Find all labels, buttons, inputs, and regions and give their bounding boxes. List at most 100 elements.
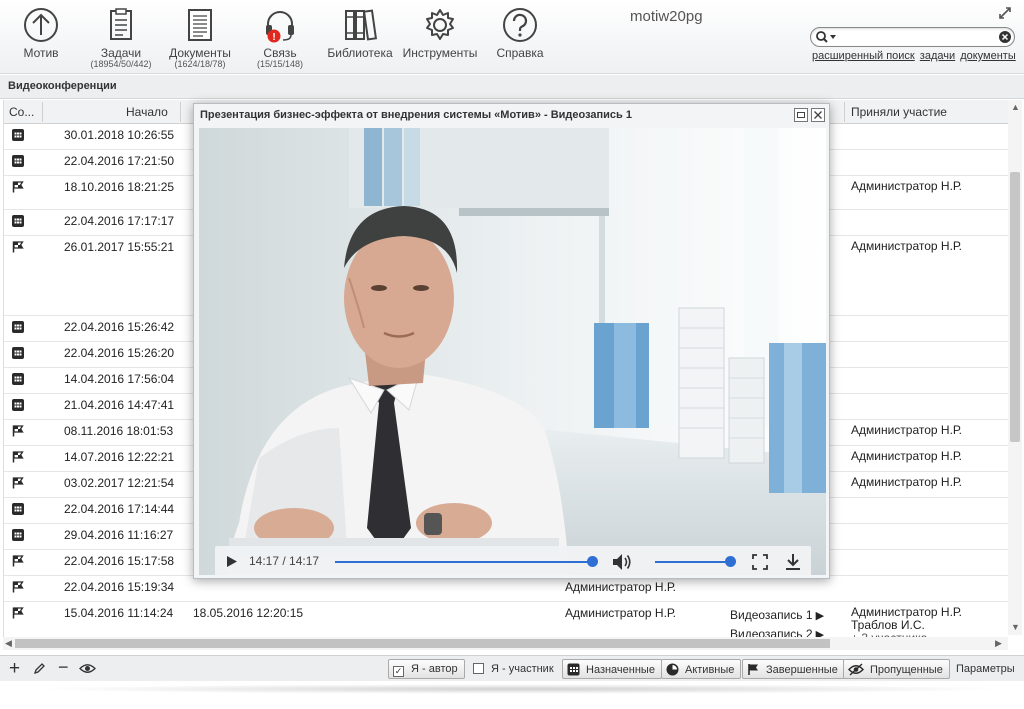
filter-label: Я - автор: [411, 663, 458, 675]
column-header-status[interactable]: Со...: [9, 105, 34, 119]
view-icon[interactable]: [79, 662, 96, 675]
video-player[interactable]: 14:17 / 14:17: [199, 128, 826, 575]
filter-label: Активные: [685, 664, 735, 676]
recording-label: Видеозапись 1: [730, 608, 813, 622]
tasks-search-link[interactable]: задачи: [920, 50, 955, 62]
start-time: 14.07.2016 12:22:21: [64, 450, 175, 464]
download-icon[interactable]: [785, 553, 801, 571]
calendar-icon: [12, 129, 24, 141]
toolbar-connection-button[interactable]: ! Связь (15/15/148): [252, 6, 308, 69]
start-time: 22.04.2016 17:17:17: [64, 214, 175, 228]
checkbox-unchecked-icon[interactable]: [473, 663, 484, 674]
table-row[interactable]: 22.04.2016 15:19:34 Администратор Н.Р.: [4, 576, 1008, 602]
remove-icon[interactable]: −: [58, 657, 69, 678]
toolbar-motiv-button[interactable]: Мотив: [18, 6, 64, 60]
participants-list: Администратор Н.Р.: [851, 180, 962, 193]
calendar-icon: [12, 399, 24, 411]
pie-icon: [666, 663, 679, 676]
search-links: расширенный поиск задачи документы: [812, 50, 1018, 62]
filter-participant[interactable]: Я - участник: [468, 659, 561, 679]
vertical-scrollbar[interactable]: ▲ ▼: [1008, 100, 1022, 635]
document-icon: [188, 9, 212, 41]
filter-missed[interactable]: Пропущенные: [843, 659, 950, 679]
toolbar-library-button[interactable]: Библиотека: [326, 6, 394, 60]
close-button[interactable]: [811, 108, 825, 122]
start-time: 22.04.2016 17:21:50: [64, 154, 175, 168]
volume-icon[interactable]: [612, 553, 632, 571]
flag-icon: [12, 451, 24, 463]
start-time: 22.04.2016 15:17:58: [64, 554, 175, 568]
flag-icon: [748, 664, 758, 675]
flag-icon: [12, 241, 24, 253]
horizontal-scroll-thumb[interactable]: [15, 639, 830, 648]
flag-icon: [12, 477, 24, 489]
video-time: 14:17 / 14:17: [249, 554, 320, 568]
add-icon[interactable]: +: [9, 658, 20, 680]
seek-bar-knob[interactable]: [587, 556, 598, 567]
start-time: 26.01.2017 15:55:21: [64, 240, 175, 254]
play-icon[interactable]: [226, 555, 238, 568]
toolbar-tools-button[interactable]: Инструменты: [402, 6, 478, 60]
scroll-down-arrow-icon[interactable]: ▼: [1011, 622, 1020, 632]
start-time: 14.04.2016 17:56:04: [64, 372, 175, 386]
filter-assigned[interactable]: Назначенные: [562, 659, 662, 679]
filter-active[interactable]: Активные: [661, 659, 742, 679]
participants-list: Администратор Н.Р.: [851, 240, 962, 253]
checkbox-checked-icon[interactable]: ✓: [393, 666, 404, 677]
parameters-button[interactable]: Параметры: [956, 663, 1015, 675]
start-time: 03.02.2017 12:21:54: [64, 476, 175, 490]
search-box: [810, 27, 1015, 47]
volume-slider-knob[interactable]: [725, 556, 736, 567]
documents-search-link[interactable]: документы: [960, 50, 1016, 62]
flag-icon: [12, 555, 24, 567]
scroll-right-arrow-icon[interactable]: ▶: [995, 638, 1002, 649]
column-header-participants[interactable]: Приняли участие: [851, 105, 947, 119]
section-title: Видеоконференции: [8, 80, 117, 92]
calendar-icon: [12, 503, 24, 515]
maximize-button[interactable]: [794, 108, 808, 122]
expand-icon[interactable]: [998, 6, 1012, 20]
start-time: 18.10.2016 18:21:25: [64, 180, 175, 194]
column-header-start[interactable]: Начало: [126, 105, 168, 119]
toolbar-help-button[interactable]: Справка: [494, 6, 546, 60]
clear-search-icon[interactable]: [998, 30, 1012, 44]
books-icon: [345, 9, 378, 41]
flag-icon: [12, 425, 24, 437]
gear-icon: [426, 9, 454, 40]
fullscreen-icon[interactable]: [752, 554, 768, 570]
start-time: 22.04.2016 15:26:20: [64, 346, 175, 360]
filter-label: Завершенные: [766, 664, 838, 676]
play-recording-icon[interactable]: ▶: [813, 610, 824, 622]
participants-list: Администратор Н.Р.: [851, 450, 962, 463]
documents-counter: (1624/18/78): [174, 59, 226, 69]
vertical-scroll-thumb[interactable]: [1010, 172, 1020, 442]
participant-name: Администратор Н.Р.: [851, 239, 962, 253]
flag-icon: [12, 181, 24, 193]
tasks-counter: (18954/50/442): [90, 59, 152, 69]
filter-author[interactable]: ✓ Я - автор: [388, 659, 465, 679]
toolbar-label: Связь: [263, 46, 297, 60]
edit-icon[interactable]: [33, 662, 46, 675]
flag-icon: [12, 581, 24, 593]
toolbar-tasks-button[interactable]: Задачи (18954/50/442): [84, 6, 158, 69]
advanced-search-link[interactable]: расширенный поиск: [812, 50, 915, 62]
svg-text:!: !: [272, 32, 275, 43]
scroll-up-arrow-icon[interactable]: ▲: [1011, 102, 1020, 112]
search-input[interactable]: [839, 30, 999, 44]
scroll-left-arrow-icon[interactable]: ◀: [5, 638, 12, 649]
volume-slider[interactable]: [655, 556, 736, 567]
toolbar-documents-button[interactable]: Документы (1624/18/78): [166, 6, 234, 69]
app-title: motiw20pg: [630, 8, 703, 25]
search-icon[interactable]: [815, 30, 837, 44]
clipboard-icon: [110, 8, 132, 40]
help-icon: [503, 8, 537, 42]
seek-bar[interactable]: [335, 556, 598, 567]
video-modal: Презентация бизнес-эффекта от внедрения …: [193, 103, 830, 579]
toolbar-label: Мотив: [23, 46, 59, 60]
calendar-icon: [12, 155, 24, 167]
flag-icon: [12, 607, 24, 619]
filter-completed[interactable]: Завершенные: [742, 659, 845, 679]
horizontal-scrollbar[interactable]: ◀ ▶: [3, 637, 1008, 650]
toolbar-label: Библиотека: [327, 46, 393, 60]
recording-link[interactable]: Видеозапись 1 ▶: [730, 606, 824, 625]
